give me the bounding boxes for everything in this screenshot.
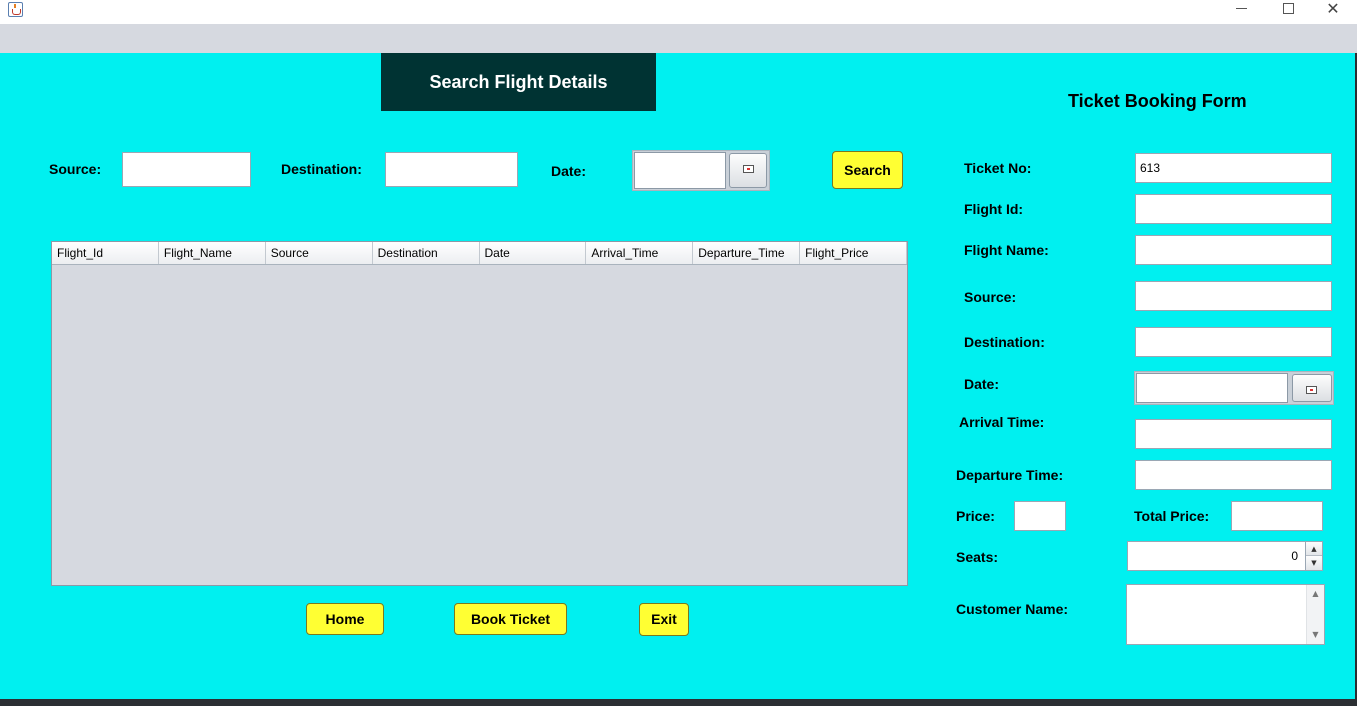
search-source-input[interactable] bbox=[122, 152, 251, 187]
arrival-time-input[interactable] bbox=[1135, 419, 1332, 449]
price-input[interactable] bbox=[1014, 501, 1066, 531]
search-date-chooser bbox=[632, 150, 770, 191]
minimize-icon[interactable] bbox=[1219, 0, 1265, 22]
search-source-label: Source: bbox=[49, 161, 102, 177]
column-header[interactable]: Date bbox=[480, 242, 587, 264]
total-price-input[interactable] bbox=[1231, 501, 1323, 531]
column-header[interactable]: Flight_Price bbox=[800, 242, 907, 264]
column-header[interactable]: Arrival_Time bbox=[586, 242, 694, 264]
main-panel: Search Flight Details Source: Destinatio… bbox=[0, 53, 1355, 699]
booking-date-chooser bbox=[1134, 371, 1334, 405]
flight-id-input[interactable] bbox=[1135, 194, 1332, 224]
booking-date-input[interactable] bbox=[1136, 373, 1288, 403]
customer-name-label: Customer Name: bbox=[956, 601, 1069, 617]
booking-destination-input[interactable] bbox=[1135, 327, 1332, 357]
search-date-label: Date: bbox=[551, 163, 587, 179]
calendar-icon[interactable] bbox=[729, 153, 767, 188]
table-header: Flight_Id Flight_Name Source Destination Dat… bbox=[52, 242, 907, 265]
departure-time-label: Departure Time: bbox=[956, 467, 1064, 483]
menu-bar bbox=[0, 24, 1357, 53]
spinner-down-icon[interactable]: ▼ bbox=[1306, 556, 1322, 570]
ticket-no-label: Ticket No: bbox=[964, 160, 1032, 176]
maximize-icon[interactable] bbox=[1265, 0, 1311, 22]
search-date-input[interactable] bbox=[634, 152, 726, 189]
flight-table[interactable]: Flight_Id Flight_Name Source Destination Dat… bbox=[51, 241, 908, 586]
total-price-label: Total Price: bbox=[1134, 508, 1210, 524]
departure-time-input[interactable] bbox=[1135, 460, 1332, 490]
java-app-icon bbox=[8, 2, 23, 17]
column-header[interactable]: Flight_Name bbox=[159, 242, 266, 264]
search-button[interactable]: Search bbox=[832, 151, 903, 189]
column-header[interactable]: Source bbox=[266, 242, 373, 264]
booking-source-label: Source: bbox=[964, 289, 1017, 305]
flight-id-label: Flight Id: bbox=[964, 201, 1024, 217]
search-destination-input[interactable] bbox=[385, 152, 518, 187]
spinner-up-icon[interactable]: ▲ bbox=[1306, 542, 1322, 556]
booking-date-label: Date: bbox=[964, 376, 1000, 392]
flight-name-input[interactable] bbox=[1135, 235, 1332, 265]
scroll-up-icon[interactable]: ▲ bbox=[1307, 587, 1324, 601]
customer-name-textarea[interactable]: ▲ ▼ bbox=[1126, 584, 1325, 645]
booking-form-title: Ticket Booking Form bbox=[1068, 91, 1247, 111]
search-destination-label: Destination: bbox=[281, 161, 362, 177]
exit-button[interactable]: Exit bbox=[639, 603, 689, 636]
seats-spinner[interactable]: 0 ▲ ▼ bbox=[1127, 541, 1323, 571]
column-header[interactable]: Destination bbox=[373, 242, 480, 264]
booking-destination-label: Destination: bbox=[964, 334, 1045, 350]
home-button[interactable]: Home bbox=[306, 603, 384, 635]
ticket-no-input[interactable]: 613 bbox=[1135, 153, 1332, 183]
arrival-time-label: Arrival Time: bbox=[959, 414, 1045, 430]
title-bar: ✕ bbox=[0, 0, 1357, 24]
seats-value: 0 bbox=[1291, 549, 1298, 563]
price-label: Price: bbox=[956, 508, 995, 524]
close-icon[interactable]: ✕ bbox=[1310, 0, 1356, 22]
search-heading: Search Flight Details bbox=[381, 53, 656, 111]
column-header[interactable]: Departure_Time bbox=[693, 242, 801, 264]
scroll-down-icon[interactable]: ▼ bbox=[1307, 628, 1324, 642]
book-ticket-button[interactable]: Book Ticket bbox=[454, 603, 567, 635]
booking-source-input[interactable] bbox=[1135, 281, 1332, 311]
vertical-scrollbar[interactable]: ▲ ▼ bbox=[1306, 585, 1324, 644]
calendar-icon[interactable] bbox=[1292, 374, 1332, 402]
column-header[interactable]: Flight_Id bbox=[52, 242, 159, 264]
flight-name-label: Flight Name: bbox=[964, 242, 1049, 258]
seats-label: Seats: bbox=[956, 549, 999, 565]
